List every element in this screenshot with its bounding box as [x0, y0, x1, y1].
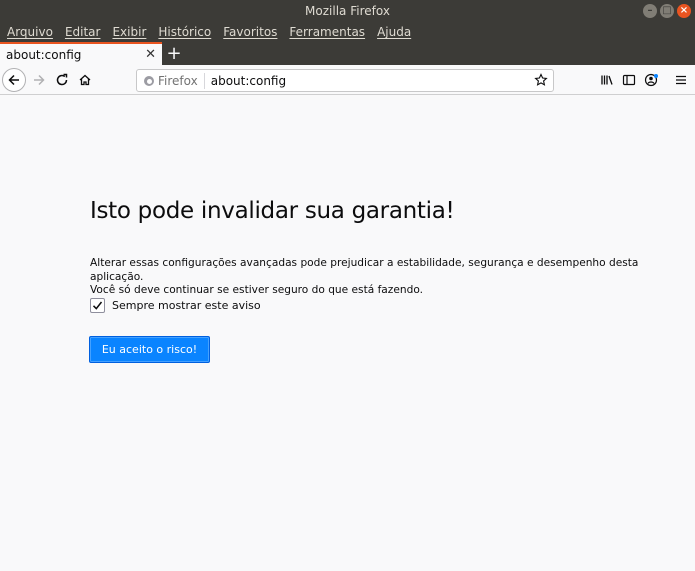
menu-arquivo[interactable]: Arquivo [2, 25, 58, 39]
navigation-toolbar: Firefox about:config [0, 65, 695, 95]
menu-favoritos[interactable]: Favoritos [218, 25, 282, 39]
identity-label: Firefox [158, 73, 198, 88]
star-icon [534, 73, 548, 86]
accept-risk-button[interactable]: Eu aceito o risco! [89, 336, 210, 363]
app-menu-button[interactable] [670, 70, 692, 90]
menu-bar: Arquivo Editar Exibir Histórico Favorito… [0, 22, 695, 42]
menu-exibir[interactable]: Exibir [107, 25, 151, 39]
warning-title: Isto pode invalidar sua garantia! [90, 198, 455, 224]
home-button[interactable] [74, 70, 96, 90]
show-warning-checkbox-row[interactable]: Sempre mostrar este aviso [90, 298, 261, 313]
library-button[interactable] [596, 70, 618, 90]
forward-arrow-icon [34, 74, 45, 86]
show-warning-label[interactable]: Sempre mostrar este aviso [112, 299, 261, 312]
tab-about-config[interactable]: about:config ✕ [0, 42, 162, 65]
account-button[interactable] [641, 70, 663, 90]
warning-description: Alterar essas configurações avançadas po… [90, 257, 660, 298]
forward-button[interactable] [28, 70, 50, 90]
url-bar[interactable]: Firefox about:config [136, 69, 554, 92]
back-arrow-icon [8, 74, 19, 86]
home-icon [79, 74, 91, 86]
account-icon [644, 73, 658, 87]
url-separator [203, 72, 205, 89]
description-line-1: Alterar essas configurações avançadas po… [90, 257, 639, 283]
new-tab-button[interactable]: + [162, 42, 186, 65]
identity-box[interactable]: Firefox [137, 74, 198, 88]
close-tab-icon[interactable]: ✕ [145, 47, 156, 62]
tab-bar: about:config ✕ + [0, 42, 695, 65]
menu-historico[interactable]: Histórico [153, 25, 216, 39]
sidebar-button[interactable] [618, 70, 640, 90]
maximize-button[interactable]: □ [660, 4, 674, 18]
minimize-button[interactable]: – [643, 4, 657, 18]
page-content: Isto pode invalidar sua garantia! Altera… [0, 96, 695, 571]
reload-button[interactable] [51, 70, 73, 90]
hamburger-menu-icon [676, 75, 686, 85]
library-icon [601, 75, 613, 85]
back-button[interactable] [2, 68, 26, 92]
description-line-2: Você só deve continuar se estiver seguro… [90, 284, 423, 296]
window-controls: – □ × [643, 4, 691, 18]
firefox-logo-icon [144, 75, 154, 86]
checkmark-icon [92, 301, 103, 310]
close-window-button[interactable]: × [677, 4, 691, 18]
reload-icon [56, 73, 68, 86]
menu-ajuda[interactable]: Ajuda [372, 25, 416, 39]
tab-label: about:config [6, 47, 82, 62]
show-warning-checkbox[interactable] [90, 298, 105, 313]
window-titlebar: Mozilla Firefox – □ × [0, 0, 695, 22]
sidebar-icon [622, 74, 636, 86]
url-text[interactable]: about:config [211, 74, 286, 88]
menu-editar[interactable]: Editar [60, 25, 106, 39]
bookmark-star-button[interactable] [534, 73, 548, 90]
menu-ferramentas[interactable]: Ferramentas [284, 25, 370, 39]
window-title: Mozilla Firefox [305, 4, 390, 18]
